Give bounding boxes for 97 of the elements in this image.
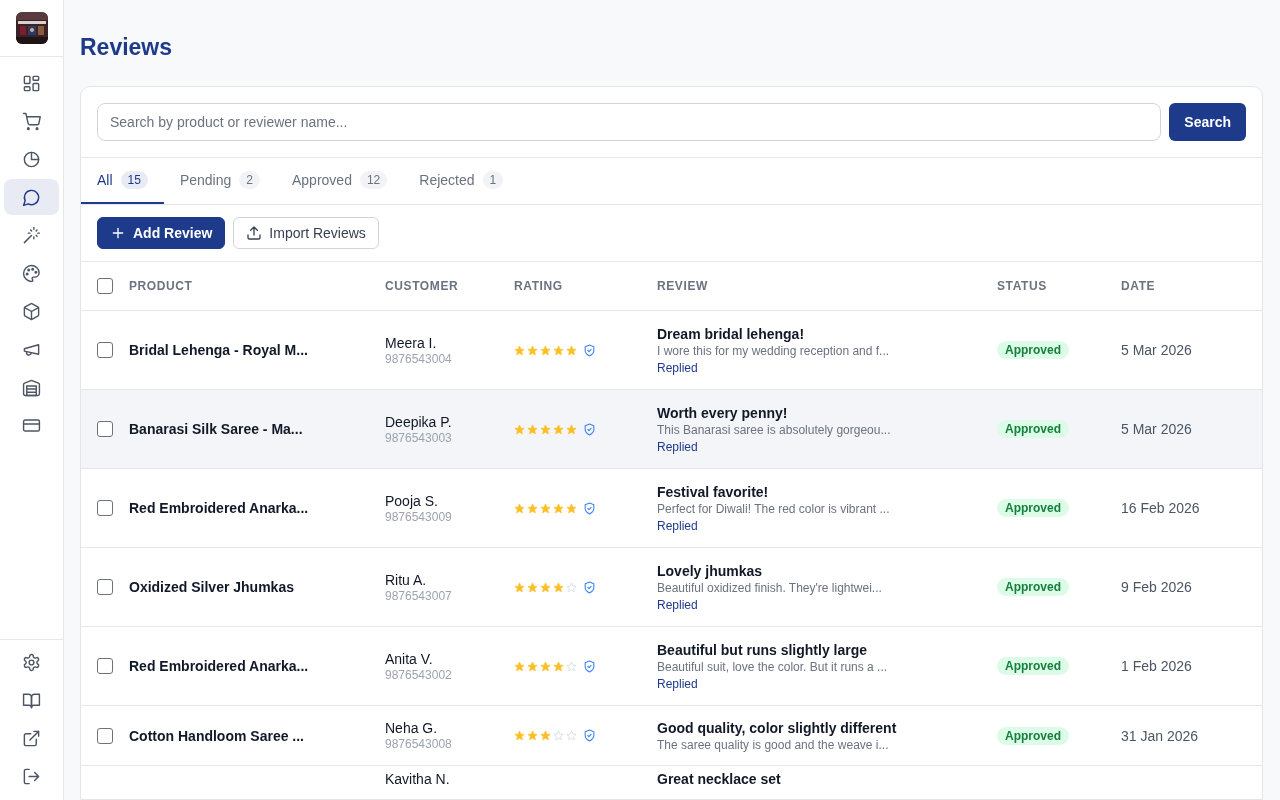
customer-name: Kavitha N. bbox=[385, 771, 450, 787]
review-title: Beautiful but runs slightly large bbox=[657, 641, 868, 658]
customer-name: Anita V. bbox=[385, 650, 433, 667]
review-excerpt: I wore this for my wedding reception and f... bbox=[657, 343, 890, 358]
column-header: CUSTOMER bbox=[385, 279, 459, 293]
review-excerpt: Beautiful oxidized finish. They're lightwei... bbox=[657, 580, 882, 595]
review-title: Festival favorite! bbox=[657, 483, 769, 500]
dashboard-icon bbox=[22, 73, 41, 93]
customer-name: Meera I. bbox=[385, 334, 437, 351]
customer-name: Neha G. bbox=[385, 720, 438, 736]
warehouse-icon bbox=[22, 377, 41, 397]
review-title: Worth every penny! bbox=[657, 404, 788, 421]
checkbox[interactable] bbox=[97, 727, 113, 744]
verified-shield-icon bbox=[583, 580, 596, 594]
review-title: Dream bridal lehenga! bbox=[657, 325, 805, 342]
checkbox[interactable] bbox=[97, 500, 113, 516]
reply-status: Replied bbox=[657, 360, 698, 375]
review-title: Lovely jhumkas bbox=[657, 562, 763, 579]
reply-status: Replied bbox=[657, 676, 698, 691]
palette-icon bbox=[22, 263, 41, 283]
customer-name: Deepika P. bbox=[385, 413, 452, 430]
review-title: Good quality, color slightly different bbox=[657, 719, 897, 736]
product-name: Red Embroidered Anarka... bbox=[129, 500, 309, 516]
customer-phone: 9876543004 bbox=[385, 351, 452, 366]
customer-name: Ritu A. bbox=[385, 571, 427, 588]
product-name: Cotton Handloom Saree ... bbox=[129, 727, 304, 744]
verified-shield-icon bbox=[583, 729, 596, 742]
checkbox[interactable] bbox=[97, 421, 113, 437]
status-badge: Approved bbox=[997, 420, 1069, 438]
customer-phone: 9876543003 bbox=[385, 430, 452, 445]
table-row[interactable]: Banarasi Silk Saree - Ma... Deepika P. 9876543003 Worth every penny! This Banarasi saree is absolutely gorgeou... Replied Approved 5 Mar 2026 bbox=[81, 390, 1262, 469]
review-excerpt: The saree quality is good and the weave i... bbox=[657, 737, 889, 752]
count-badge: 2 bbox=[239, 171, 260, 189]
customer-name: Pooja S. bbox=[385, 492, 438, 509]
count-badge: 12 bbox=[359, 171, 388, 189]
count-badge: 15 bbox=[120, 171, 148, 189]
reply-status: Replied bbox=[657, 439, 698, 454]
status-badge: Approved bbox=[997, 657, 1069, 675]
customer-phone: 9876543009 bbox=[385, 509, 452, 524]
column-header: STATUS bbox=[997, 279, 1047, 293]
verified-shield-icon bbox=[583, 422, 596, 436]
review-date: 9 Feb 2026 bbox=[1121, 579, 1192, 595]
review-excerpt: Beautiful suit, love the color. But it runs a ... bbox=[657, 659, 888, 674]
reply-status: Replied bbox=[657, 597, 698, 612]
chat-bubble-icon bbox=[22, 187, 41, 207]
external-link-icon bbox=[22, 728, 41, 748]
add-review-button[interactable]: Add Review bbox=[97, 217, 226, 249]
search-button[interactable]: Search bbox=[1169, 103, 1246, 141]
status-badge: Approved bbox=[997, 726, 1069, 745]
review-excerpt: This Banarasi saree is absolutely gorgeou... bbox=[657, 422, 891, 437]
checkbox[interactable] bbox=[97, 658, 113, 674]
column-header: REVIEW bbox=[657, 279, 708, 293]
column-header: DATE bbox=[1121, 279, 1156, 293]
logout-icon bbox=[22, 766, 41, 786]
review-date: 31 Jan 2026 bbox=[1121, 727, 1199, 744]
filter-tab[interactable]: All 15 bbox=[81, 158, 164, 204]
status-badge: Approved bbox=[997, 341, 1069, 359]
review-title: Great necklace set bbox=[657, 771, 781, 787]
search-field[interactable]: Search by product or reviewer name... bbox=[97, 103, 1162, 141]
upload-icon bbox=[246, 225, 263, 241]
review-date: 5 Mar 2026 bbox=[1121, 342, 1192, 358]
verified-shield-icon bbox=[583, 343, 596, 357]
status-badge: Approved bbox=[997, 499, 1069, 517]
customer-phone: 9876543007 bbox=[385, 588, 452, 603]
checkbox[interactable] bbox=[97, 579, 113, 595]
plus-icon bbox=[110, 225, 126, 241]
verified-shield-icon bbox=[583, 501, 596, 515]
status-badge: Approved bbox=[997, 578, 1069, 596]
verified-shield-icon bbox=[583, 659, 596, 673]
product-name: Red Embroidered Anarka... bbox=[129, 658, 309, 674]
magic-wand-icon bbox=[22, 225, 41, 245]
review-date: 16 Feb 2026 bbox=[1121, 500, 1200, 516]
customer-phone: 9876543002 bbox=[385, 667, 452, 682]
book-icon bbox=[22, 690, 41, 710]
settings-icon bbox=[22, 652, 41, 672]
checkbox[interactable] bbox=[97, 278, 113, 294]
filter-tab[interactable]: Approved 12 bbox=[276, 158, 404, 204]
review-date: 1 Feb 2026 bbox=[1121, 658, 1192, 674]
count-badge: 1 bbox=[482, 171, 504, 189]
filter-tab[interactable]: Pending 2 bbox=[163, 158, 276, 204]
cart-icon bbox=[22, 111, 41, 131]
checkbox[interactable] bbox=[97, 342, 113, 358]
review-date: 5 Mar 2026 bbox=[1121, 421, 1192, 437]
review-excerpt: Perfect for Diwali! The red color is vibrant ... bbox=[657, 501, 890, 516]
column-header: RATING bbox=[514, 279, 563, 293]
filter-tab[interactable]: Rejected 1 bbox=[403, 158, 520, 204]
product-name: Oxidized Silver Jhumkas bbox=[129, 579, 294, 595]
pie-chart-icon bbox=[22, 149, 41, 169]
page-title: Reviews bbox=[80, 33, 174, 62]
box-icon bbox=[22, 301, 41, 321]
product-name: Bridal Lehenga - Royal M... bbox=[129, 342, 308, 358]
import-reviews-button[interactable]: Import Reviews bbox=[233, 217, 379, 249]
product-name: Banarasi Silk Saree - Ma... bbox=[129, 421, 303, 437]
customer-phone: 9876543008 bbox=[385, 737, 452, 751]
column-header: PRODUCT bbox=[129, 279, 193, 293]
nav-item[interactable] bbox=[4, 179, 59, 215]
reply-status: Replied bbox=[657, 518, 698, 533]
